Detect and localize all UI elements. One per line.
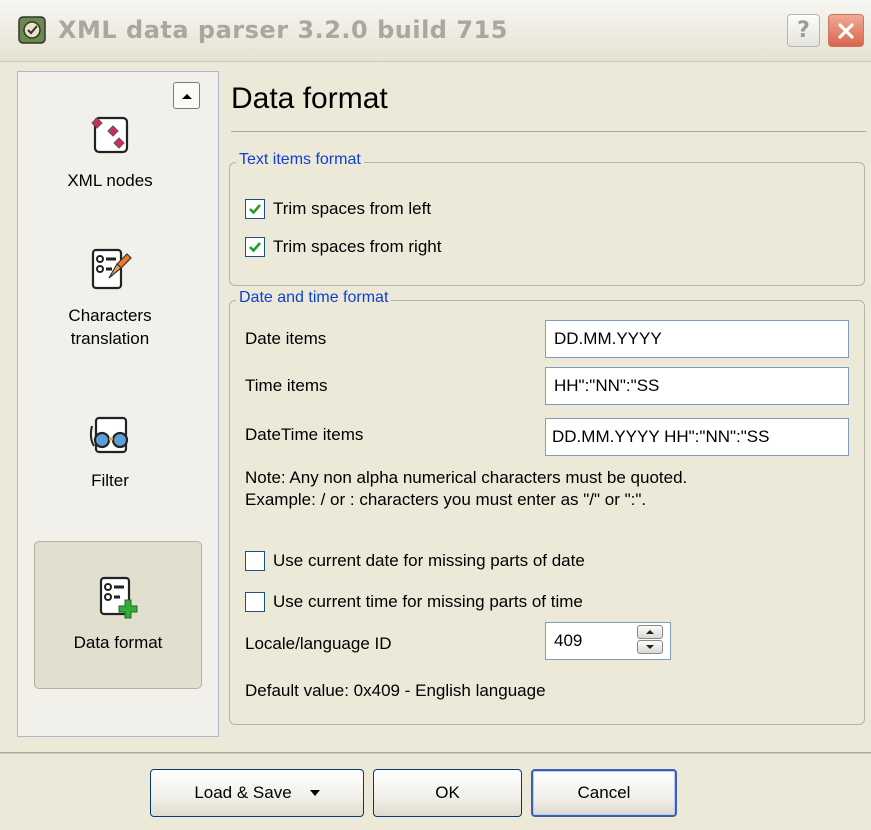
help-label: ? — [797, 18, 810, 43]
use-current-time-checkbox[interactable] — [245, 592, 265, 612]
close-button[interactable] — [828, 14, 864, 47]
sidebar-item-label: Filter — [91, 471, 129, 490]
page-title: Data format — [231, 82, 388, 115]
ok-button[interactable]: OK — [373, 769, 522, 817]
data-format-icon — [99, 576, 138, 619]
characters-translation-icon — [91, 248, 132, 290]
cancel-button[interactable]: Cancel — [531, 769, 677, 817]
trim-left-label: Trim spaces from left — [273, 199, 432, 218]
group-legend: Date and time format — [236, 289, 392, 307]
date-time-format-group — [229, 300, 865, 725]
locale-label: Locale/language ID — [245, 634, 392, 653]
title-divider — [231, 131, 866, 132]
spin-up-button[interactable] — [637, 625, 663, 639]
sidebar-item-characters-translation[interactable]: Characters translation — [18, 246, 202, 376]
date-items-label: Date items — [245, 329, 327, 348]
dialog-window: XML data parser 3.2.0 build 715 ? XML no… — [0, 0, 871, 830]
app-icon — [18, 16, 46, 44]
sidebar-item-filter[interactable]: Filter — [18, 412, 202, 522]
group-legend: Text items format — [236, 151, 364, 169]
default-value-note: Default value: 0x409 - English language — [245, 681, 546, 700]
datetime-items-field[interactable]: DD.MM.YYYY HH":"NN":"SS — [545, 418, 849, 456]
chevron-up-icon — [181, 93, 192, 99]
sidebar-item-label: Characters translation — [68, 306, 152, 348]
window-title: XML data parser 3.2.0 build 715 — [58, 16, 508, 44]
arrow-down-icon — [646, 645, 654, 649]
time-items-field[interactable]: HH":"NN":"SS — [545, 367, 849, 405]
sidebar-item-data-format[interactable]: Data format — [34, 541, 202, 689]
trim-right-checkbox[interactable] — [245, 237, 265, 257]
note-line-2: Example: / or : characters you must ente… — [245, 490, 647, 509]
close-icon — [838, 22, 854, 39]
trim-left-checkbox-row[interactable]: Trim spaces from left — [245, 199, 431, 219]
collapse-sidebar-button[interactable] — [173, 82, 200, 109]
sidebar-item-label: Data format — [73, 633, 163, 652]
trim-right-label: Trim spaces from right — [273, 237, 442, 256]
load-save-button[interactable]: Load & Save — [150, 769, 364, 817]
trim-left-checkbox[interactable] — [245, 199, 265, 219]
title-bar[interactable]: XML data parser 3.2.0 build 715 ? — [0, 0, 871, 62]
checkmark-icon — [249, 242, 261, 253]
use-current-time-label: Use current time for missing parts of ti… — [273, 592, 583, 611]
arrow-up-icon — [646, 630, 654, 634]
xml-nodes-icon — [91, 116, 129, 154]
help-button[interactable]: ? — [787, 14, 820, 47]
use-current-date-label: Use current date for missing parts of da… — [273, 551, 585, 570]
datetime-items-label: DateTime items — [245, 425, 364, 444]
use-current-time-row[interactable]: Use current time for missing parts of ti… — [245, 592, 583, 612]
filter-icon — [89, 416, 129, 454]
use-current-date-row[interactable]: Use current date for missing parts of da… — [245, 551, 585, 571]
ok-label: OK — [435, 783, 460, 802]
time-items-label: Time items — [245, 376, 328, 395]
sidebar-item-label: XML nodes — [67, 171, 153, 190]
checkmark-icon — [249, 204, 261, 215]
cancel-label: Cancel — [577, 783, 631, 802]
trim-right-checkbox-row[interactable]: Trim spaces from right — [245, 237, 441, 257]
note-line-1: Note: Any non alpha numerical characters… — [245, 468, 688, 487]
text-items-format-group — [229, 162, 865, 286]
chevron-down-icon — [309, 790, 320, 796]
sidebar-item-xml-nodes[interactable]: XML nodes — [18, 112, 202, 222]
date-items-field[interactable]: DD.MM.YYYY — [545, 320, 849, 358]
use-current-date-checkbox[interactable] — [245, 551, 265, 571]
locale-spinner[interactable] — [637, 625, 665, 655]
footer-divider — [0, 752, 871, 754]
spin-down-button[interactable] — [637, 640, 663, 654]
load-save-label: Load & Save — [194, 783, 292, 802]
